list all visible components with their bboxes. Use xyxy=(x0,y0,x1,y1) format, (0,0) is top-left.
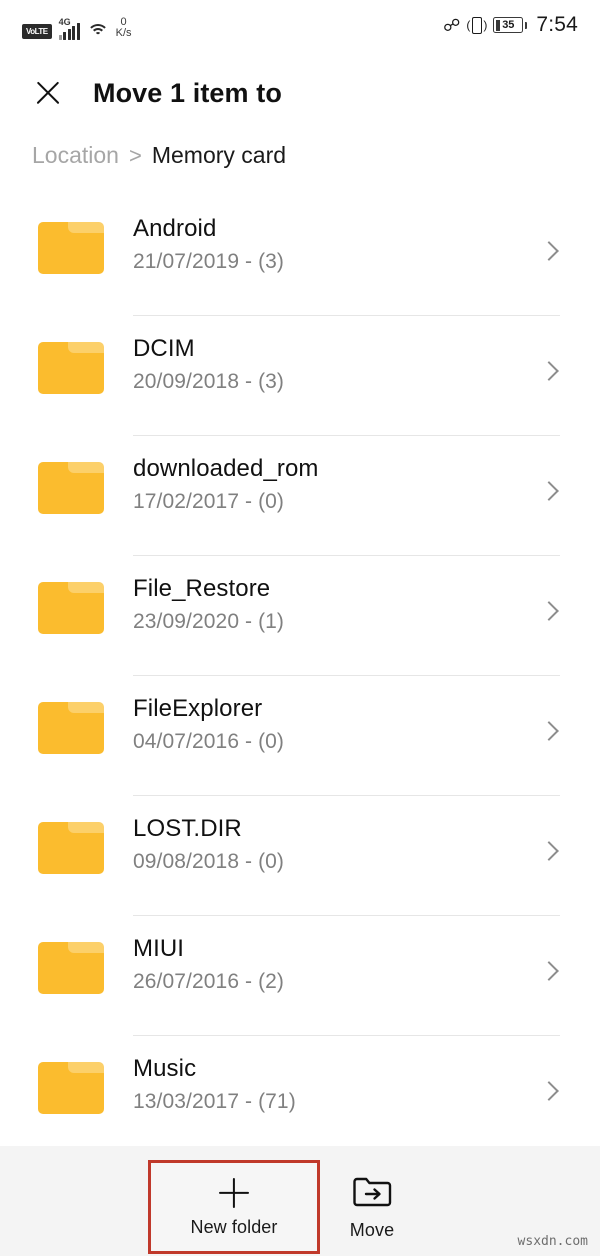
move-button[interactable]: Move xyxy=(330,1166,414,1248)
folder-meta: 17/02/2017 - (0) xyxy=(133,490,285,513)
breadcrumb: Location > Memory card xyxy=(32,142,286,169)
folder-name: MIUI xyxy=(133,935,185,962)
folder-meta: 04/07/2016 - (0) xyxy=(133,730,285,753)
folder-meta: 20/09/2018 - (3) xyxy=(133,370,285,393)
plus-icon xyxy=(217,1176,251,1210)
status-bar: VoLTE 4G 0 K/s ☍ 35 7:54 xyxy=(0,0,600,50)
folder-icon xyxy=(38,462,104,514)
bluetooth-icon: ☍ xyxy=(443,15,461,35)
volte-icon: VoLTE xyxy=(22,24,52,39)
folder-icon xyxy=(38,342,104,394)
list-item-text: MIUI 26/07/2016 - (2) xyxy=(133,934,600,996)
folder-meta: 09/08/2018 - (0) xyxy=(133,850,285,873)
network-speed-indicator: 0 K/s xyxy=(115,16,132,40)
list-item[interactable]: LOST.DIR 09/08/2018 - (0) xyxy=(0,796,600,916)
status-bar-left: VoLTE 4G 0 K/s xyxy=(22,10,132,40)
list-item-text: DCIM 20/09/2018 - (3) xyxy=(133,334,600,396)
new-folder-button[interactable]: New folder xyxy=(148,1160,320,1254)
page-title: Move 1 item to xyxy=(93,77,282,108)
list-item[interactable]: downloaded_rom 17/02/2017 - (0) xyxy=(0,436,600,556)
clock-label: 7:54 xyxy=(536,13,578,36)
list-item[interactable]: File_Restore 23/09/2020 - (1) xyxy=(0,556,600,676)
folder-name: DCIM xyxy=(133,335,195,362)
move-label: Move xyxy=(349,1219,395,1240)
folder-meta: 21/07/2019 - (3) xyxy=(133,250,285,273)
folder-name: FileExplorer xyxy=(133,695,263,722)
folder-meta: 23/09/2020 - (1) xyxy=(133,610,285,633)
folder-icon xyxy=(38,822,104,874)
folder-meta: 13/03/2017 - (71) xyxy=(133,1090,296,1113)
app-screen: VoLTE 4G 0 K/s ☍ 35 7:54 Move 1 xyxy=(0,0,600,1256)
list-item[interactable]: FileExplorer 04/07/2016 - (0) xyxy=(0,676,600,796)
folder-icon xyxy=(38,222,104,274)
list-item-text: downloaded_rom 17/02/2017 - (0) xyxy=(133,454,600,516)
list-item[interactable]: Music 13/03/2017 - (71) xyxy=(0,1036,600,1146)
folder-name: Music xyxy=(133,1055,197,1082)
folder-meta: 26/07/2016 - (2) xyxy=(133,970,285,993)
breadcrumb-item-location[interactable]: Location xyxy=(32,142,119,169)
status-bar-right: ☍ 35 7:54 xyxy=(443,13,578,37)
battery-icon: 35 xyxy=(493,17,528,33)
network-type-label: 4G xyxy=(58,17,71,27)
chevron-right-icon: > xyxy=(128,142,142,168)
new-folder-label: New folder xyxy=(190,1217,278,1237)
cellular-signal-icon: 4G xyxy=(58,17,80,40)
list-item[interactable]: MIUI 26/07/2016 - (2) xyxy=(0,916,600,1036)
folder-name: File_Restore xyxy=(133,575,271,602)
folder-icon xyxy=(38,942,104,994)
close-icon[interactable] xyxy=(30,75,66,111)
list-item-text: FileExplorer 04/07/2016 - (0) xyxy=(133,694,600,756)
wifi-icon xyxy=(86,22,109,40)
folder-list[interactable]: Android 21/07/2019 - (3) DCIM 20/09/2018… xyxy=(0,196,600,1146)
list-item[interactable]: DCIM 20/09/2018 - (3) xyxy=(0,316,600,436)
list-item-text: LOST.DIR 09/08/2018 - (0) xyxy=(133,814,600,876)
battery-percent-label: 35 xyxy=(502,19,515,31)
list-item-text: Music 13/03/2017 - (71) xyxy=(133,1054,600,1116)
folder-icon xyxy=(38,582,104,634)
list-item-text: Android 21/07/2019 - (3) xyxy=(133,214,600,276)
folder-name: downloaded_rom xyxy=(133,455,319,482)
watermark: wsxdn.com xyxy=(517,1234,588,1249)
folder-move-icon xyxy=(352,1174,392,1213)
breadcrumb-item-current[interactable]: Memory card xyxy=(152,142,286,169)
folder-name: LOST.DIR xyxy=(133,815,242,842)
list-item[interactable]: Android 21/07/2019 - (3) xyxy=(0,196,600,316)
network-speed-unit: K/s xyxy=(115,27,132,40)
bottom-action-bar: New folder Move wsxdn.com xyxy=(0,1146,600,1256)
list-item-text: File_Restore 23/09/2020 - (1) xyxy=(133,574,600,636)
folder-name: Android xyxy=(133,215,217,242)
folder-icon xyxy=(38,702,104,754)
vibrate-icon xyxy=(466,16,487,35)
folder-icon xyxy=(38,1062,104,1114)
page-header: Move 1 item to xyxy=(0,62,600,124)
